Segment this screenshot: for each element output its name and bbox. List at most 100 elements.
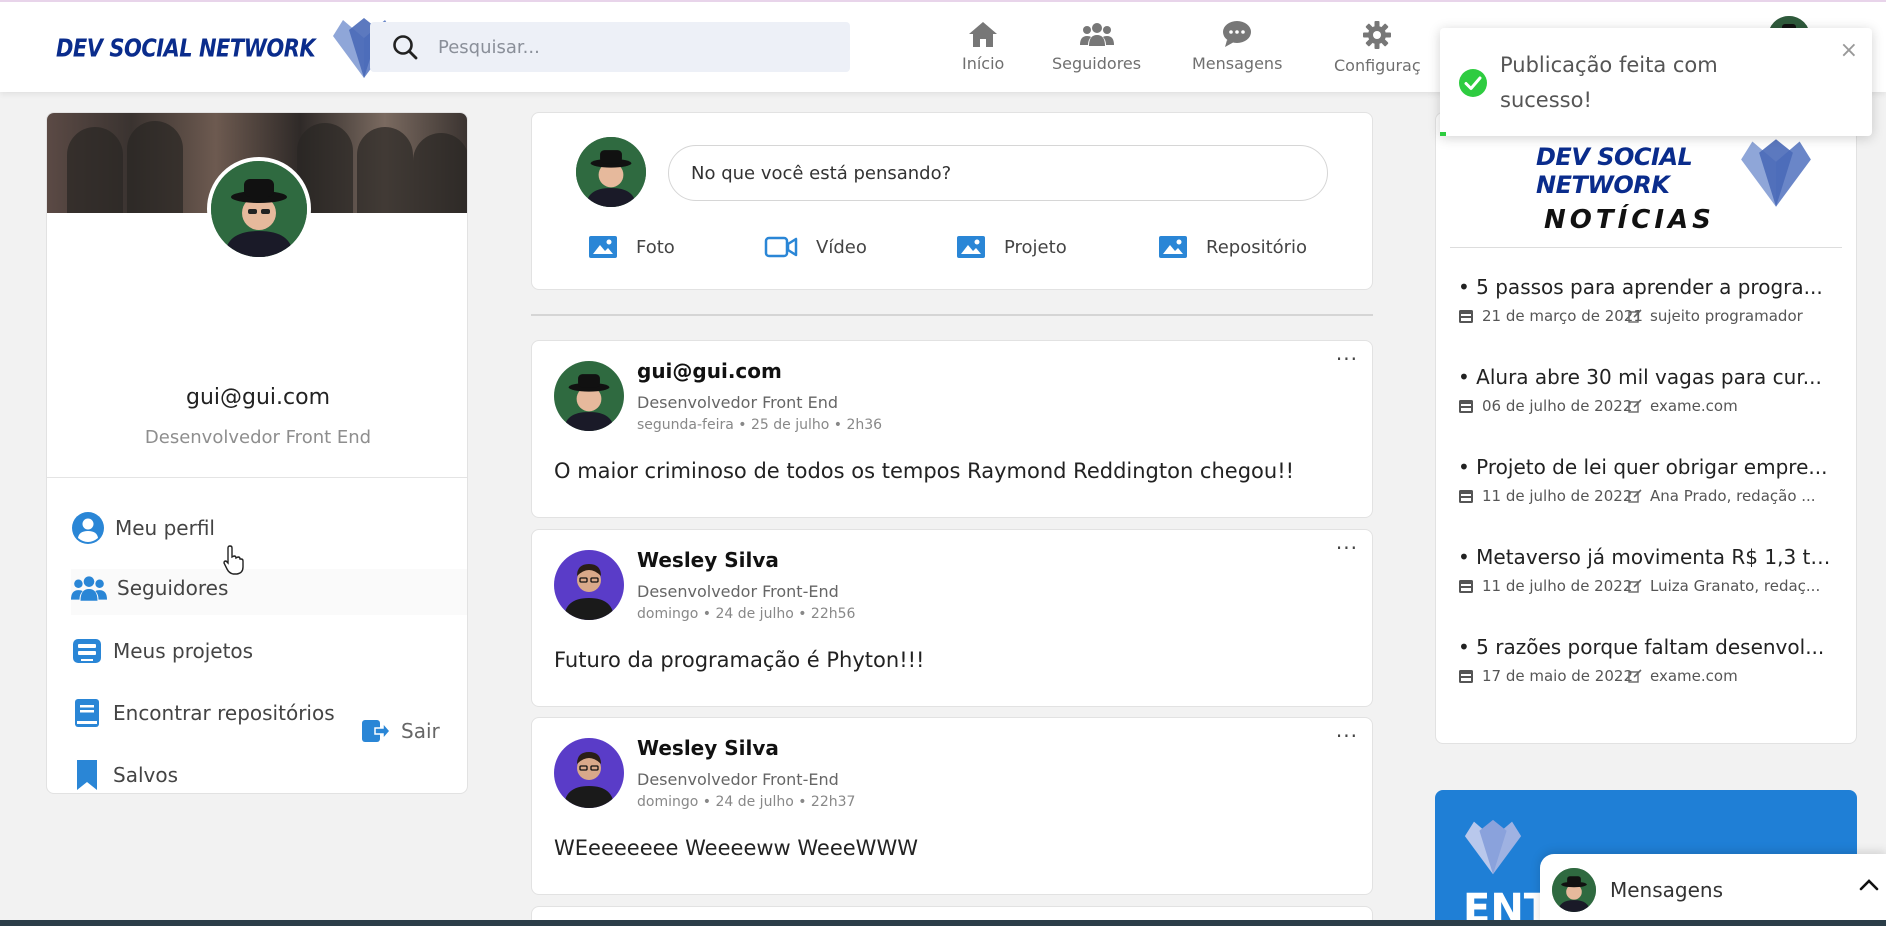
- projects-icon: [73, 639, 101, 663]
- messages-avatar: [1552, 868, 1596, 912]
- news-date-text: 11 de julho de 2022: [1482, 487, 1633, 505]
- post-avatar[interactable]: [554, 738, 624, 808]
- news-logo-subtitle: NOTÍCIAS: [1544, 205, 1715, 235]
- news-date-text: 21 de março de 2021: [1482, 307, 1643, 325]
- news-author-text: exame.com: [1650, 667, 1738, 685]
- edit-icon: [1628, 489, 1642, 503]
- post-timestamp: domingo • 24 de julho • 22h56: [637, 606, 856, 622]
- news-author-text: Ana Prado, redação ...: [1650, 487, 1816, 505]
- menu-item-meus-projetos[interactable]: Meus projetos: [71, 635, 253, 667]
- news-date: 06 de julho de 2022: [1458, 397, 1632, 415]
- nav-label: Seguidores: [1052, 54, 1142, 73]
- menu-label: Encontrar repositórios: [113, 701, 335, 725]
- nav-label: Mensagens: [1192, 54, 1283, 73]
- post-author-role: Desenvolvedor Front-End: [637, 770, 839, 789]
- menu-item-meu-perfil[interactable]: Meu perfil: [71, 511, 215, 545]
- users-icon: [1079, 23, 1114, 46]
- menu-label: Seguidores: [117, 576, 229, 600]
- chat-icon: [1223, 21, 1252, 47]
- composer-video-button[interactable]: Vídeo: [764, 235, 867, 259]
- chevron-up-icon[interactable]: [1858, 878, 1880, 892]
- news-item[interactable]: • 5 passos para aprender a progra... 21 …: [1458, 275, 1850, 325]
- menu-label: Meu perfil: [115, 516, 215, 540]
- home-icon: [969, 22, 998, 47]
- news-date-text: 17 de maio de 2022: [1482, 667, 1633, 685]
- menu-label: Meus projetos: [113, 639, 254, 663]
- post-timestamp: domingo • 24 de julho • 22h37: [637, 794, 856, 810]
- gear-icon: [1363, 21, 1392, 49]
- avatar-image: [554, 361, 624, 431]
- action-label: Vídeo: [816, 236, 867, 258]
- image-icon: [1159, 236, 1187, 258]
- post-author[interactable]: gui@gui.com: [637, 359, 782, 383]
- image-icon: [957, 236, 985, 258]
- avatar-image: [1552, 868, 1596, 912]
- news-title[interactable]: • Alura abre 30 mil vagas para cur...: [1458, 365, 1838, 389]
- post-author[interactable]: Wesley Silva: [637, 548, 779, 572]
- menu-label: Salvos: [113, 763, 178, 787]
- toast-progress: [1440, 132, 1446, 136]
- messages-dock-label: Mensagens: [1610, 878, 1724, 902]
- logout-label: Sair: [401, 719, 440, 743]
- post-options-button[interactable]: ···: [1336, 347, 1358, 371]
- post-options-button[interactable]: ···: [1336, 536, 1358, 560]
- calendar-icon: [1459, 580, 1473, 593]
- action-label: Repositório: [1206, 236, 1308, 258]
- search-bar[interactable]: [370, 22, 850, 72]
- calendar-icon: [1459, 490, 1473, 503]
- search-input[interactable]: [438, 36, 818, 58]
- news-title[interactable]: • 5 razões porque faltam desenvol...: [1458, 635, 1838, 659]
- image-icon: [589, 236, 617, 258]
- logout-button[interactable]: Sair: [361, 717, 440, 745]
- nav-configuracoes[interactable]: Configuraç: [1334, 20, 1421, 75]
- divider: [1450, 247, 1842, 248]
- users-icon: [71, 576, 107, 601]
- post-card: Wesley Silva Desenvolvedor Front-End dom…: [531, 717, 1373, 895]
- composer-repositorio-button[interactable]: Repositório: [1158, 235, 1307, 259]
- taskbar-strip: [0, 920, 1886, 926]
- news-title[interactable]: • 5 passos para aprender a progra...: [1458, 275, 1838, 299]
- composer-foto-button[interactable]: Foto: [588, 235, 675, 259]
- news-title[interactable]: • Projeto de lei quer obrigar empre...: [1458, 455, 1838, 479]
- post-avatar[interactable]: [554, 361, 624, 431]
- post-avatar[interactable]: [554, 550, 624, 620]
- nav-inicio[interactable]: Início: [962, 20, 1004, 73]
- edit-icon: [1628, 669, 1642, 683]
- profile-avatar[interactable]: [207, 157, 311, 261]
- video-icon: [764, 236, 798, 258]
- calendar-icon: [1459, 400, 1473, 413]
- composer-projeto-button[interactable]: Projeto: [956, 235, 1067, 259]
- menu-item-salvos[interactable]: Salvos: [71, 759, 178, 791]
- success-toast: Publicação feita com sucesso! ×: [1440, 28, 1872, 136]
- news-item[interactable]: • Metaverso já movimenta R$ 1,3 tri... 1…: [1458, 545, 1850, 595]
- news-meta: 11 de julho de 2022 Luiza Granato, redaç…: [1458, 577, 1850, 595]
- nav-seguidores[interactable]: Seguidores: [1052, 20, 1141, 73]
- news-item[interactable]: • 5 razões porque faltam desenvol... 17 …: [1458, 635, 1850, 685]
- news-meta: 06 de julho de 2022 exame.com: [1458, 397, 1850, 415]
- feed-divider: [531, 314, 1373, 316]
- avatar-image: [576, 137, 646, 207]
- post-options-button[interactable]: ···: [1336, 724, 1358, 748]
- logo[interactable]: DEV SOCIAL NETWORK: [56, 16, 399, 80]
- news-author-text: exame.com: [1650, 397, 1738, 415]
- avatar-image: [554, 550, 624, 620]
- pointer-cursor-icon: [223, 545, 244, 575]
- news-meta: 17 de maio de 2022 exame.com: [1458, 667, 1850, 685]
- news-item[interactable]: • Alura abre 30 mil vagas para cur... 06…: [1458, 365, 1850, 415]
- news-meta: 11 de julho de 2022 Ana Prado, redação .…: [1458, 487, 1850, 505]
- nav-label: Configuraç: [1334, 56, 1421, 75]
- post-body: WEeeeeeee Weeeeww WeeeWWW: [554, 836, 918, 860]
- menu-item-encontrar-repositorios[interactable]: Encontrar repositórios: [71, 697, 335, 729]
- post-author[interactable]: Wesley Silva: [637, 736, 779, 760]
- menu-item-seguidores[interactable]: Seguidores: [71, 573, 228, 603]
- close-icon[interactable]: ×: [1840, 38, 1858, 63]
- post-timestamp: segunda-feira • 25 de julho • 2h36: [637, 417, 883, 433]
- edit-icon: [1628, 579, 1642, 593]
- news-card: DEV SOCIAL NETWORK NOTÍCIAS • 5 passos p…: [1435, 112, 1857, 744]
- messages-dock[interactable]: Mensagens: [1540, 854, 1886, 926]
- nav-mensagens[interactable]: Mensagens: [1192, 20, 1282, 73]
- news-title[interactable]: • Metaverso já movimenta R$ 1,3 tri...: [1458, 545, 1838, 569]
- post-input[interactable]: [668, 145, 1328, 201]
- news-author-text: Luiza Granato, redaç...: [1650, 577, 1821, 595]
- news-item[interactable]: • Projeto de lei quer obrigar empre... 1…: [1458, 455, 1850, 505]
